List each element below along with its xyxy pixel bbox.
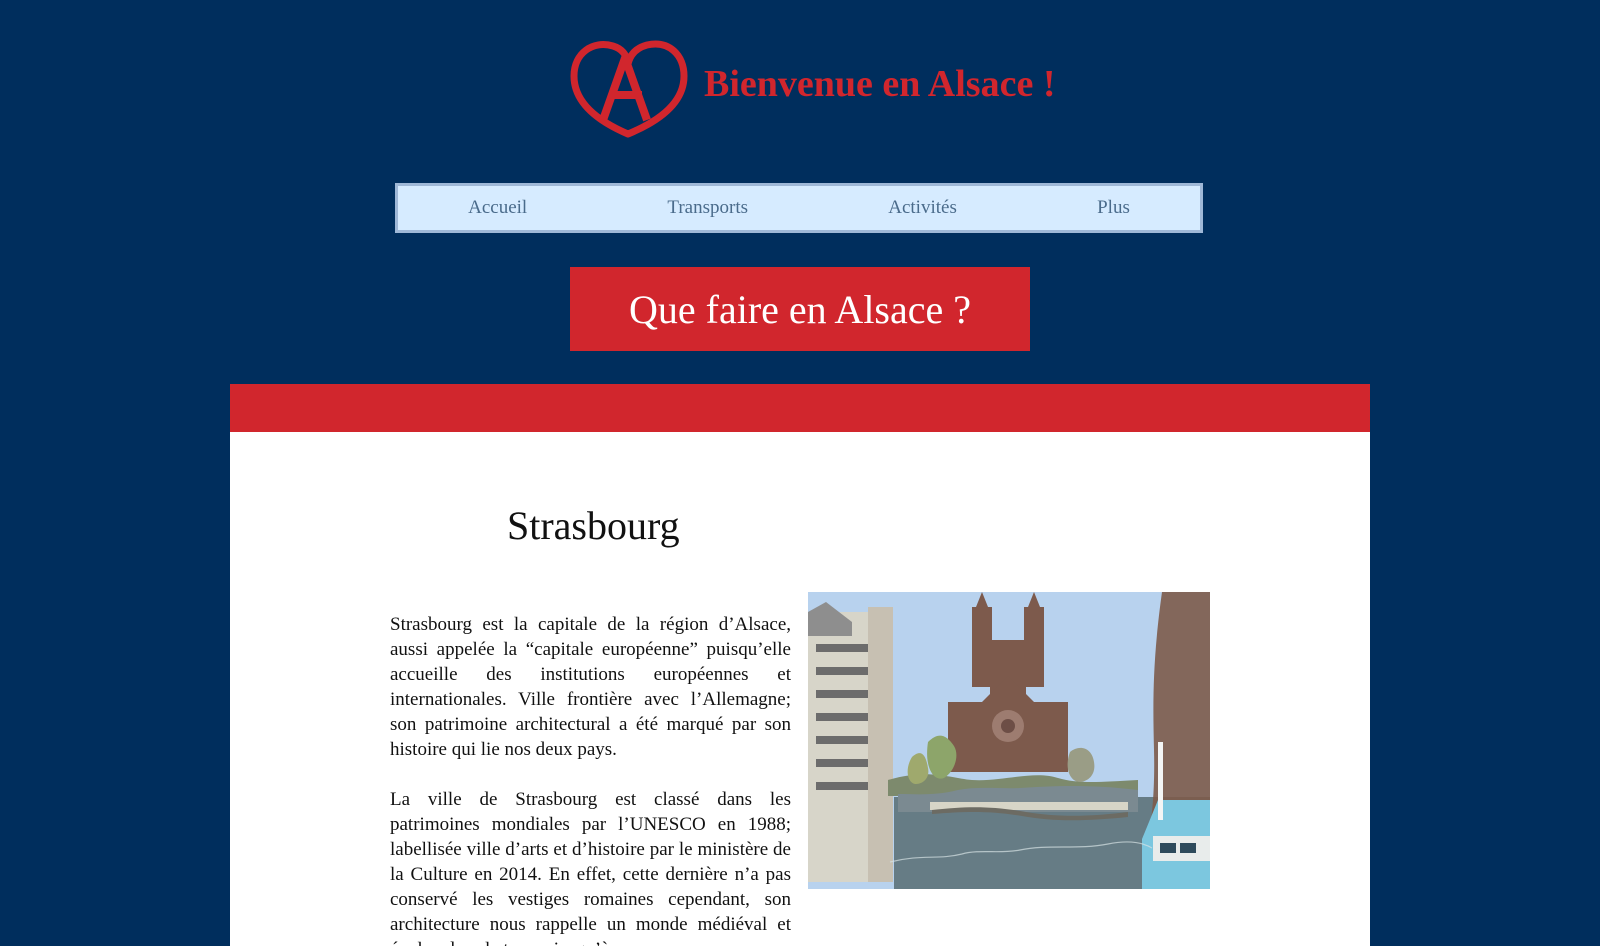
que-faire-button[interactable]: Que faire en Alsace ? [570,267,1030,351]
nav-item-accueil[interactable]: Accueil [448,189,547,227]
nav-item-activites[interactable]: Activités [868,189,977,227]
site-title: Bienvenue en Alsace ! [704,63,1056,105]
page: Bienvenue en Alsace ! Accueil Transports… [0,0,1600,946]
main-navigation: Accueil Transports Activités Plus [395,183,1203,233]
nav-item-transports[interactable]: Transports [647,189,768,227]
strasbourg-title: Strasbourg [507,503,680,548]
strasbourg-church-image [808,592,1210,889]
content-panel: Strasbourg Strasbourg est la capitale de… [230,384,1370,946]
paragraph-2: La ville de Strasbourg est classé dans l… [390,789,791,946]
panel-top-bar [230,384,1370,432]
alsace-logo-icon [558,34,698,146]
nav-item-plus[interactable]: Plus [1077,189,1150,227]
site-header: Bienvenue en Alsace ! [558,34,1078,146]
strasbourg-description: Strasbourg est la capitale de la région … [390,612,791,946]
paragraph-1: Strasbourg est la capitale de la région … [390,614,791,760]
